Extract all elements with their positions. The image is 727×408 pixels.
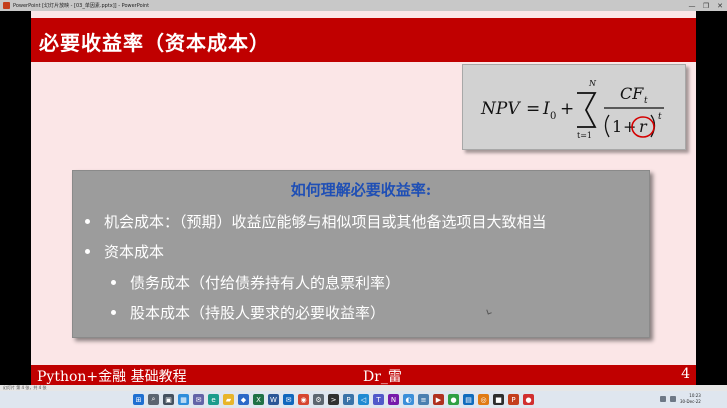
vscode-icon[interactable]: ◁ [358, 394, 369, 405]
start-icon[interactable]: ⊞ [133, 394, 144, 405]
slide-footer: Python+金融 基础教程 Dr_雷 4 [31, 365, 696, 385]
word-icon[interactable]: W [268, 394, 279, 405]
powerpoint-icon[interactable]: P [508, 394, 519, 405]
window-title: PowerPoint [幻灯片放映 - [03_单因素.pptx]] - Pow… [13, 3, 150, 9]
formula-i-subscript: 0 [550, 111, 556, 122]
bullet-debt-cost: 债务成本（付给债券持有人的息票利率） [111, 272, 400, 293]
formula-equals: = [526, 99, 540, 119]
window-titlebar: PowerPoint [幻灯片放映 - [03_单因素.pptx]] - Pow… [0, 0, 727, 11]
left-paren [604, 114, 610, 138]
summation-sign [577, 92, 597, 128]
powerpoint-app-icon [3, 2, 10, 9]
explanation-box: 如何理解必要收益率: 机会成本：（预期）收益应能够与相似项目或其他备选项目大致相… [72, 170, 650, 338]
terminal-icon[interactable]: > [328, 394, 339, 405]
dark-app-icon[interactable]: ■ [493, 394, 504, 405]
chrome-icon[interactable]: ◉ [298, 394, 309, 405]
windows-taskbar: ⊞ ⌕ ▣ ▦ ✉ e ▰ ◆ X W ✉ ◉ ⚙ > P ◁ T N ◐ ≡ ▶ ● ▤ ◎ ■ P ● 10:23 30-Dec… [0, 391, 727, 408]
minimize-button[interactable]: — [685, 0, 699, 11]
network-icon[interactable] [660, 396, 666, 402]
record-icon[interactable]: ● [523, 394, 534, 405]
volume-icon[interactable] [670, 396, 676, 402]
slide[interactable]: 必要收益率（资本成本） NPV = I 0 + N t=1 CF t 1 + r… [31, 11, 696, 385]
formula-r: r [639, 117, 648, 136]
npv-formula: NPV = I 0 + N t=1 CF t 1 + r t [480, 79, 664, 140]
store-icon[interactable]: ◆ [238, 394, 249, 405]
formula-cf: CF [620, 84, 644, 103]
chat-icon[interactable]: ✉ [193, 394, 204, 405]
bullet-dot [111, 310, 116, 315]
bullet-equity-cost: 股本成本（持股人要求的必要收益率） [111, 302, 385, 323]
taskbar-clock[interactable]: 10:23 30-Dec-22 [680, 393, 701, 405]
bullet-text: 股本成本（持股人要求的必要收益率） [130, 304, 386, 322]
notepad-icon[interactable]: ≡ [418, 394, 429, 405]
formula-plus: + [560, 99, 574, 119]
formula-one: 1 [612, 117, 622, 136]
excel-icon[interactable]: X [253, 394, 264, 405]
bullet-capital-cost: 资本成本 [85, 241, 164, 262]
footer-author: Dr_雷 [363, 369, 402, 385]
calendar-icon[interactable]: ▤ [463, 394, 474, 405]
bullet-text: 债务成本（付给债券持有人的息票利率） [130, 274, 401, 292]
slide-title: 必要收益率（资本成本） [39, 31, 270, 55]
npv-formula-box: NPV = I 0 + N t=1 CF t 1 + r t [462, 64, 686, 150]
python-icon[interactable]: P [343, 394, 354, 405]
teams-icon[interactable]: T [373, 394, 384, 405]
search-icon[interactable]: ⌕ [148, 394, 159, 405]
box-heading: 如何理解必要收益率: [290, 181, 432, 199]
photos-icon[interactable]: ◐ [403, 394, 414, 405]
maximize-button[interactable]: ❐ [699, 0, 713, 11]
footer-course: Python+金融 基础教程 [37, 369, 187, 385]
formula-exponent: t [658, 112, 662, 122]
task-view-icon[interactable]: ▣ [163, 394, 174, 405]
formula-i: I [542, 99, 550, 119]
slide-header-band: 必要收益率（资本成本） [31, 18, 696, 62]
media-icon[interactable]: ▶ [433, 394, 444, 405]
window-controls: — ❐ ✕ [685, 0, 727, 11]
bullet-dot [85, 249, 90, 254]
onenote-icon[interactable]: N [388, 394, 399, 405]
edge-icon[interactable]: e [208, 394, 219, 405]
file-explorer-icon[interactable]: ▰ [223, 394, 234, 405]
taskbar-apps: ⊞ ⌕ ▣ ▦ ✉ e ▰ ◆ X W ✉ ◉ ⚙ > P ◁ T N ◐ ≡ ▶ ● ▤ ◎ ■ P ● [133, 394, 534, 405]
browser-icon[interactable]: ◎ [478, 394, 489, 405]
bullet-opportunity-cost: 机会成本：（预期）收益应能够与相似项目或其他备选项目大致相当 [85, 211, 547, 232]
formula-npv: NPV [480, 99, 521, 119]
bullet-text: 机会成本：（预期）收益应能够与相似项目或其他备选项目大致相当 [104, 213, 547, 231]
system-tray: 10:23 30-Dec-22 [660, 393, 701, 405]
footer-page-number: 4 [681, 366, 690, 382]
bullet-dot [111, 280, 116, 285]
bullet-text: 资本成本 [104, 243, 165, 261]
green-app-icon[interactable]: ● [448, 394, 459, 405]
mail-icon[interactable]: ✉ [283, 394, 294, 405]
bullet-dot [85, 219, 90, 224]
formula-sum-upper: N [588, 79, 597, 88]
close-button[interactable]: ✕ [713, 0, 727, 11]
formula-cf-subscript: t [644, 96, 648, 106]
formula-sum-lower: t=1 [577, 131, 592, 140]
clock-date: 30-Dec-22 [680, 399, 701, 404]
widgets-icon[interactable]: ▦ [178, 394, 189, 405]
settings-icon[interactable]: ⚙ [313, 394, 324, 405]
